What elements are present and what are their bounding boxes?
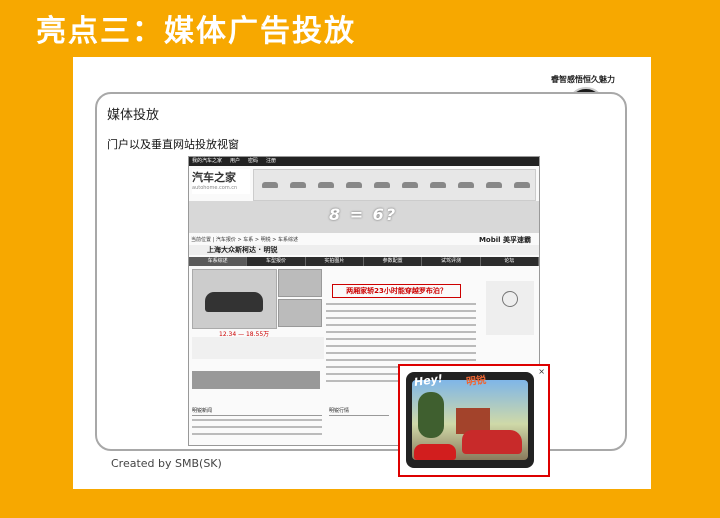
car-icon (262, 182, 278, 188)
ad-banner: 8 = 6? (189, 201, 539, 233)
site-logo-name: 汽车之家 (192, 171, 236, 184)
topbar-item: 密码 (248, 158, 259, 164)
tab-overview: 车系综述 (189, 257, 248, 266)
topbar-item: 我的汽车之家 (192, 158, 223, 164)
small-car-image (414, 444, 456, 460)
tab-photos: 实拍图片 (306, 257, 364, 266)
tab-specs: 参数配置 (364, 257, 423, 266)
small-ad (192, 371, 320, 389)
car-icon (318, 182, 334, 188)
car-icon (346, 182, 362, 188)
popup-frame: Hey! 明锐 (406, 372, 534, 468)
tab-forum: 论坛 (481, 257, 539, 266)
car-thumbnail (278, 269, 322, 297)
popup-scene (412, 380, 528, 460)
mobil-logo: Mobil 美孚速霸 (478, 236, 531, 244)
breadcrumb: 当前位置 | 汽车报价 > 车系 > 明锐 > 车系综述 (191, 237, 298, 243)
car-icon (430, 182, 446, 188)
site-topbar: 我的汽车之家 用户 密码 注册 (189, 157, 539, 166)
car-icon (374, 182, 390, 188)
close-icon[interactable]: × (538, 367, 545, 376)
car-photo (192, 269, 277, 329)
model-tabs: 车系综述 车型报价 实拍图片 参数配置 试驾评测 论坛 (189, 257, 539, 266)
section-header-left: 明锐新闻 (192, 407, 322, 416)
brand-tagline: 睿智感悟恒久魅力 (551, 75, 615, 84)
model-title: 上海大众斯柯达 · 明锐 (189, 245, 539, 255)
tab-reviews: 试驾评测 (422, 257, 481, 266)
popup-ad[interactable]: × Hey! 明锐 (398, 364, 550, 477)
vw-logo-box (486, 281, 534, 335)
car-icon (486, 182, 502, 188)
car-category-nav (253, 169, 536, 201)
car-icon (402, 182, 418, 188)
red-car-image (462, 430, 522, 454)
section-header-right: 明锐行情 (329, 407, 389, 416)
site-logo-url: autohome.com.cn (192, 185, 238, 191)
spec-summary (192, 337, 324, 359)
credit-line: Created by SMB(SK) (111, 457, 222, 470)
popup-brand: 明锐 (465, 374, 487, 389)
content-frame: 媒体投放 门户以及垂直网站投放视窗 我的汽车之家 用户 密码 注册 汽车之家 a… (95, 92, 627, 477)
vw-logo-icon (502, 291, 518, 307)
topbar-item: 用户 (230, 158, 241, 164)
news-list-left (192, 419, 322, 440)
car-icon (458, 182, 474, 188)
site-logo: 汽车之家 autohome.com.cn (192, 169, 250, 194)
car-icon (290, 182, 306, 188)
slide-card: 睿智感悟恒久魅力 媒体投放 门户以及垂直网站投放视窗 我的汽车之家 用户 密码 … (73, 57, 651, 489)
banner-text: 8 = 6? (329, 205, 398, 224)
frame-title: 媒体投放 (107, 108, 160, 123)
slide-headline: 亮点三：媒体广告投放 (36, 14, 356, 49)
frame-subtitle: 门户以及垂直网站投放视窗 (107, 138, 239, 151)
car-icon (514, 182, 530, 188)
topbar-item: 注册 (266, 158, 277, 164)
car-thumbnail (278, 299, 322, 327)
tab-pricing: 车型报价 (247, 257, 306, 266)
headline-news: 两厢家轿23小时能穿越罗布泊？ (332, 284, 461, 298)
